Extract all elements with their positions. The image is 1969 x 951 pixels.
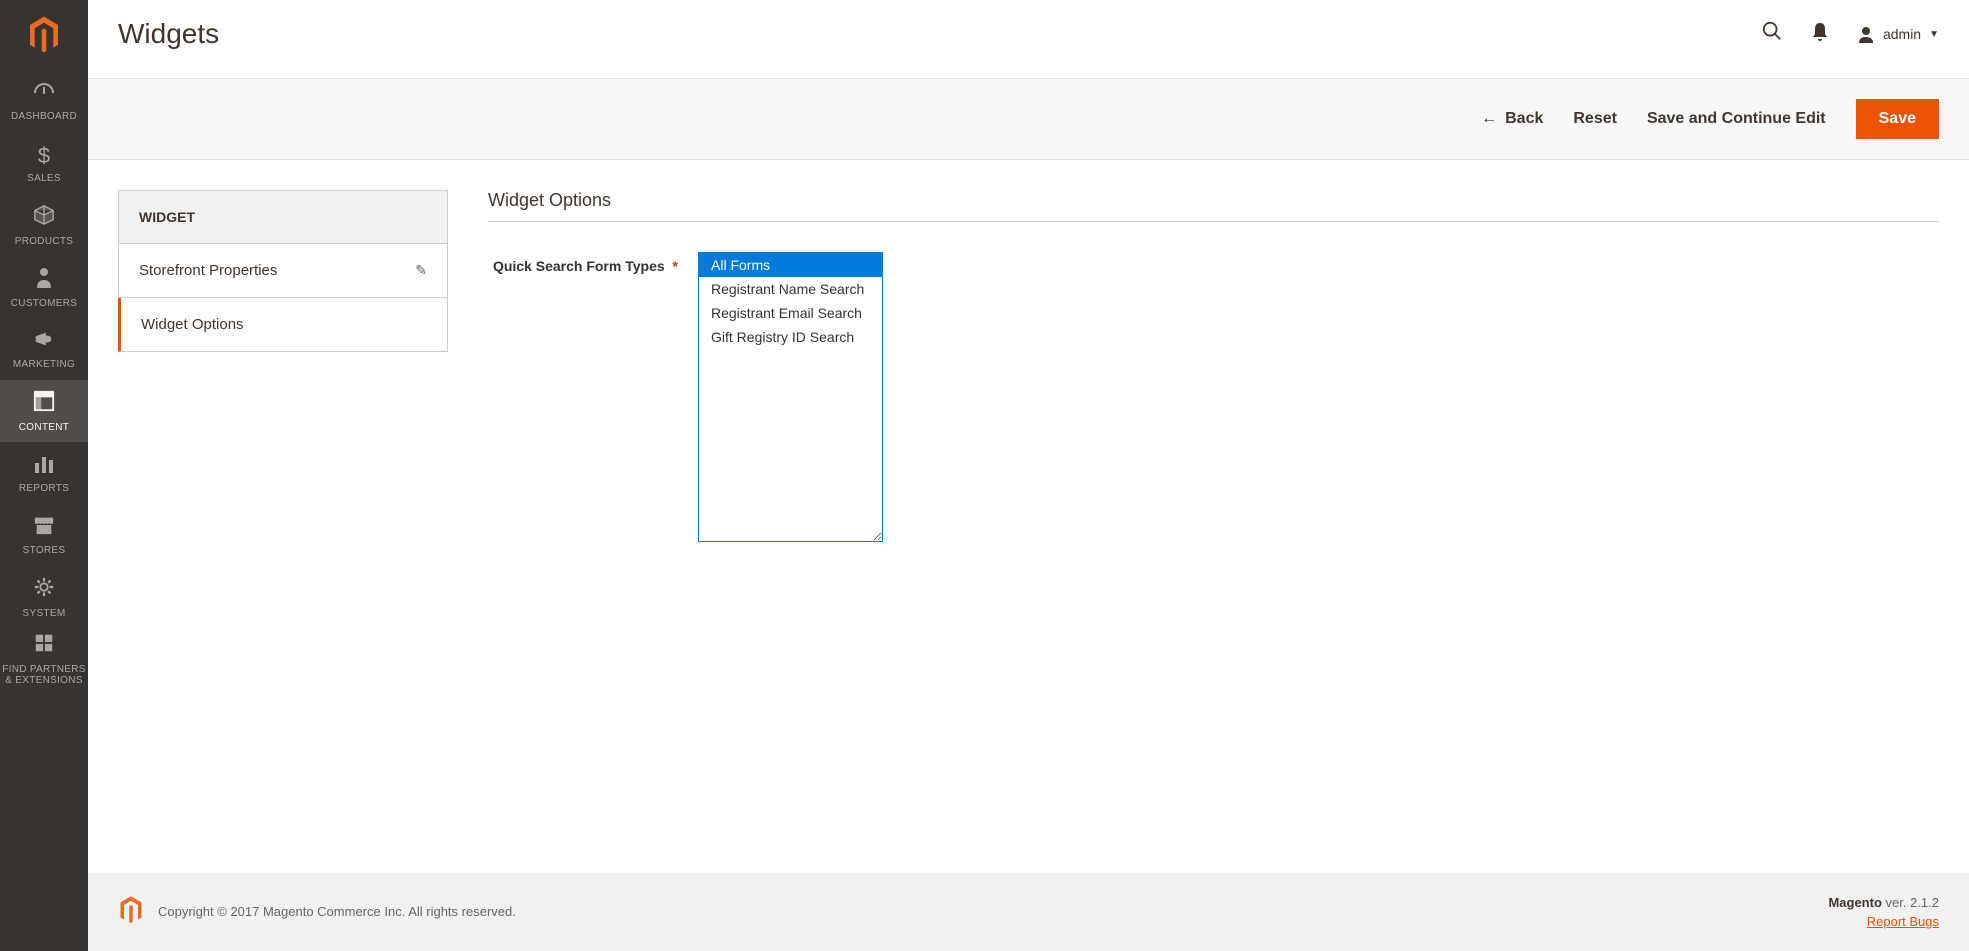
field-quick-search-form-types: Quick Search Form Types * All Forms Regi… <box>488 252 1939 542</box>
option-registrant-name[interactable]: Registrant Name Search <box>699 277 882 301</box>
dashboard-icon <box>32 81 56 107</box>
storefront-icon <box>33 515 55 541</box>
user-name: admin <box>1883 26 1921 42</box>
pencil-icon: ✎ <box>415 262 427 279</box>
nav-reports[interactable]: REPORTS <box>0 442 88 504</box>
nav-customers[interactable]: CUSTOMERS <box>0 256 88 318</box>
page-title: Widgets <box>118 18 219 50</box>
nav-system[interactable]: SYSTEM <box>0 566 88 628</box>
nav-label: MARKETING <box>13 359 75 370</box>
person-icon <box>35 266 53 294</box>
tab-label: Widget Options <box>141 316 244 333</box>
megaphone-icon <box>33 329 55 355</box>
version-prefix: ver. <box>1882 895 1910 910</box>
page-header: Widgets admin ▼ <box>88 0 1969 78</box>
blocks-icon <box>33 632 55 660</box>
form-label: Quick Search Form Types * <box>488 252 678 274</box>
form-label-text: Quick Search Form Types <box>493 258 665 274</box>
nav-content[interactable]: CONTENT <box>0 380 88 442</box>
nav-marketing[interactable]: MARKETING <box>0 318 88 380</box>
widget-options-form: Widget Options Quick Search Form Types *… <box>488 190 1939 843</box>
magento-logo[interactable] <box>0 0 88 70</box>
report-bugs-link[interactable]: Report Bugs <box>1867 914 1939 929</box>
nav-label: STORES <box>23 545 66 556</box>
back-button-label: Back <box>1505 110 1543 128</box>
product-name: Magento <box>1828 895 1881 910</box>
magento-logo-footer <box>118 895 144 928</box>
back-button[interactable]: ← Back <box>1481 110 1543 128</box>
copyright-text: Copyright © 2017 Magento Commerce Inc. A… <box>158 904 516 919</box>
dollar-icon: $ <box>38 143 50 169</box>
nav-label: DASHBOARD <box>11 111 77 122</box>
user-menu[interactable]: admin ▼ <box>1857 25 1939 43</box>
nav-sales[interactable]: $ SALES <box>0 132 88 194</box>
nav-label: SALES <box>27 173 61 184</box>
nav-label: SYSTEM <box>23 608 66 619</box>
save-continue-button[interactable]: Save and Continue Edit <box>1647 110 1826 128</box>
admin-sidebar: DASHBOARD $ SALES PRODUCTS CUSTOMERS MAR… <box>0 0 88 951</box>
magento-logo-icon <box>26 15 62 55</box>
gear-icon <box>33 576 55 604</box>
nav-stores[interactable]: STORES <box>0 504 88 566</box>
page-footer: Copyright © 2017 Magento Commerce Inc. A… <box>88 873 1969 951</box>
widget-side-tabs: WIDGET Storefront Properties ✎ Widget Op… <box>118 190 448 843</box>
arrow-left-icon: ← <box>1481 110 1497 128</box>
nav-products[interactable]: PRODUCTS <box>0 194 88 256</box>
nav-label: FIND PARTNERS & EXTENSIONS <box>2 664 86 686</box>
nav-label: CONTENT <box>19 422 69 433</box>
caret-down-icon: ▼ <box>1929 29 1939 40</box>
user-icon <box>1857 25 1875 43</box>
notifications-icon[interactable] <box>1811 21 1829 47</box>
content-icon <box>33 390 55 418</box>
required-mark: * <box>673 258 678 274</box>
action-toolbar: ← Back Reset Save and Continue Edit Save <box>88 78 1969 160</box>
save-button[interactable]: Save <box>1856 99 1939 139</box>
option-gift-registry-id[interactable]: Gift Registry ID Search <box>699 325 882 349</box>
section-title: Widget Options <box>488 190 1939 211</box>
section-divider <box>488 221 1939 222</box>
nav-label: CUSTOMERS <box>11 298 77 309</box>
option-registrant-email[interactable]: Registrant Email Search <box>699 301 882 325</box>
version-number: 2.1.2 <box>1910 895 1939 910</box>
tab-label: Storefront Properties <box>139 262 277 279</box>
tab-storefront-properties[interactable]: Storefront Properties ✎ <box>118 244 448 298</box>
search-icon[interactable] <box>1761 20 1783 48</box>
bars-icon <box>33 453 55 479</box>
quick-search-multiselect[interactable]: All Forms Registrant Name Search Registr… <box>698 252 883 542</box>
tab-widget-options[interactable]: Widget Options <box>118 298 448 352</box>
nav-label: PRODUCTS <box>15 236 74 247</box>
nav-find-partners[interactable]: FIND PARTNERS & EXTENSIONS <box>0 628 88 690</box>
option-all-forms[interactable]: All Forms <box>699 253 882 277</box>
nav-dashboard[interactable]: DASHBOARD <box>0 70 88 132</box>
side-tabs-header: WIDGET <box>118 190 448 244</box>
reset-button[interactable]: Reset <box>1573 110 1617 128</box>
cube-icon <box>33 204 55 232</box>
nav-label: REPORTS <box>19 483 69 494</box>
